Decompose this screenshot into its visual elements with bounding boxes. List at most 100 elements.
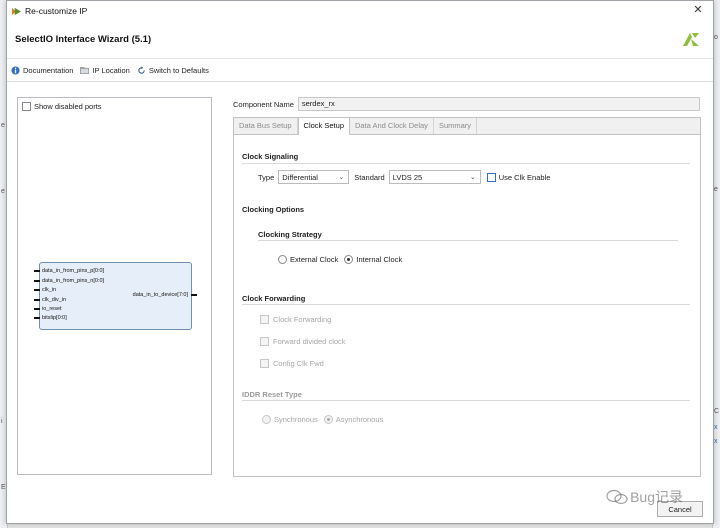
external-clock-label: External Clock bbox=[290, 255, 339, 264]
port-label: data_in_to_device[7:0] bbox=[132, 292, 188, 298]
section-divider bbox=[242, 304, 690, 305]
background-text: C bbox=[714, 408, 720, 415]
wizard-body: Show disabled ports data_in_from_pins_p[… bbox=[7, 83, 713, 479]
background-text: i bbox=[1, 418, 3, 425]
vendor-logo-icon bbox=[683, 33, 699, 46]
background-text: x bbox=[714, 424, 718, 431]
internal-clock-radio[interactable] bbox=[344, 255, 354, 264]
ip-location-label: IP Location bbox=[92, 65, 130, 75]
wizard-title: SelectIO Interface Wizard (5.1) bbox=[15, 34, 152, 45]
type-select[interactable]: Differential ⌄ bbox=[278, 170, 350, 184]
config-clk-fwd-option[interactable]: Config Clk Fwd bbox=[260, 359, 324, 368]
title-bar: Re-customize IP ✕ bbox=[7, 1, 713, 21]
clocking-strategy-heading: Clocking Strategy bbox=[258, 230, 322, 239]
port-pin bbox=[34, 308, 40, 310]
clock-forwarding-checkbox[interactable] bbox=[260, 315, 269, 324]
close-icon: ✕ bbox=[693, 4, 703, 16]
asynchronous-radio[interactable] bbox=[323, 415, 333, 424]
component-name-field[interactable]: serdex_rx bbox=[297, 97, 700, 111]
chevron-down-icon: ⌄ bbox=[338, 174, 345, 181]
standard-value: LVDS 25 bbox=[392, 172, 423, 182]
ip-symbol-panel: Show disabled ports data_in_from_pins_p[… bbox=[17, 97, 212, 475]
port-pin bbox=[34, 270, 40, 272]
tab-clock-setup[interactable]: Clock Setup bbox=[297, 117, 350, 135]
port-pin bbox=[34, 289, 40, 291]
synchronous-radio[interactable] bbox=[262, 415, 271, 424]
settings-tabs: Data Bus Setup Clock Setup Data And Cloc… bbox=[233, 117, 701, 477]
standard-label: Standard bbox=[354, 172, 385, 182]
background-text: e bbox=[714, 186, 718, 193]
port-label: data_in_from_pins_n[0:0] bbox=[42, 278, 105, 284]
section-divider bbox=[242, 163, 690, 164]
iddr-reset-options: Synchronous Asynchronous bbox=[262, 415, 383, 424]
use-clk-enable-label: Use Clk Enable bbox=[498, 172, 551, 182]
iddr-reset-type-heading: IDDR Reset Type bbox=[242, 390, 302, 399]
clock-signaling-row: Type Differential ⌄ Standard LVDS 25 ⌄ U… bbox=[258, 170, 550, 184]
external-clock-radio[interactable] bbox=[278, 255, 287, 264]
settings-area: Component Name serdex_rx Data Bus Setup … bbox=[229, 83, 713, 479]
clock-forwarding-option[interactable]: Clock Forwarding bbox=[260, 315, 331, 324]
chevron-down-icon: ⌄ bbox=[469, 174, 476, 181]
switch-defaults-button[interactable]: Switch to Defaults bbox=[137, 66, 209, 75]
port-label: bitslip[0:0] bbox=[42, 315, 67, 321]
folder-icon bbox=[80, 66, 90, 75]
config-clk-fwd-label: Config Clk Fwd bbox=[273, 359, 324, 368]
port-pin bbox=[34, 299, 40, 301]
port-pin bbox=[191, 294, 197, 296]
clocking-strategy-options: External Clock Internal Clock bbox=[278, 255, 402, 264]
switch-defaults-label: Switch to Defaults bbox=[148, 65, 209, 75]
ip-location-button[interactable]: IP Location bbox=[80, 65, 130, 75]
tab-summary[interactable]: Summary bbox=[434, 118, 478, 134]
close-button[interactable]: ✕ bbox=[691, 3, 705, 17]
wizard-header: SelectIO Interface Wizard (5.1) bbox=[7, 21, 713, 59]
refresh-icon bbox=[137, 65, 146, 75]
port-label: clk_in bbox=[42, 287, 57, 293]
show-disabled-ports-label: Show disabled ports bbox=[34, 102, 102, 111]
use-clk-enable-checkbox[interactable] bbox=[486, 172, 496, 182]
clock-forwarding-heading: Clock Forwarding bbox=[242, 294, 306, 303]
section-divider bbox=[242, 400, 690, 401]
port-pin bbox=[34, 280, 40, 282]
background-text: e bbox=[1, 188, 5, 195]
tab-data-and-clock-delay[interactable]: Data And Clock Delay bbox=[350, 118, 434, 134]
asynchronous-label: Asynchronous bbox=[335, 415, 384, 424]
info-icon bbox=[11, 65, 20, 75]
re-customize-ip-dialog: Re-customize IP ✕ SelectIO Interface Wiz… bbox=[6, 0, 714, 524]
background-text: E bbox=[1, 484, 6, 491]
background-text: x bbox=[714, 438, 718, 445]
background-text: e bbox=[1, 122, 5, 129]
forward-divided-clock-label: Forward divided clock bbox=[273, 337, 346, 346]
port-label: clk_div_in bbox=[42, 297, 67, 303]
documentation-button[interactable]: Documentation bbox=[11, 66, 73, 75]
documentation-label: Documentation bbox=[23, 65, 74, 75]
watermark-text: Bug记录 bbox=[630, 489, 683, 505]
port-label: io_reset bbox=[42, 306, 62, 312]
toolbar: Documentation IP Location Switch to Defa… bbox=[7, 59, 713, 82]
ip-block-symbol: data_in_from_pins_p[0:0] data_in_from_pi… bbox=[34, 262, 197, 330]
chat-bubble-icon bbox=[606, 489, 628, 505]
type-value: Differential bbox=[282, 172, 318, 182]
port-pin bbox=[34, 317, 40, 319]
port-label: data_in_from_pins_p[0:0] bbox=[42, 268, 105, 274]
forward-divided-clock-option[interactable]: Forward divided clock bbox=[260, 337, 346, 346]
config-clk-fwd-checkbox[interactable] bbox=[260, 359, 269, 368]
clocking-options-heading: Clocking Options bbox=[242, 205, 305, 214]
clock-signaling-heading: Clock Signaling bbox=[242, 152, 299, 161]
section-divider bbox=[258, 240, 678, 241]
component-name-row: Component Name serdex_rx bbox=[233, 97, 700, 111]
window-title: Re-customize IP bbox=[25, 6, 88, 16]
watermark: Bug记录 bbox=[606, 487, 683, 507]
component-name-label: Component Name bbox=[233, 99, 294, 109]
tab-data-bus-setup[interactable]: Data Bus Setup bbox=[234, 118, 298, 134]
forward-divided-clock-checkbox[interactable] bbox=[260, 337, 269, 346]
type-label: Type bbox=[258, 172, 275, 182]
show-disabled-ports-checkbox[interactable] bbox=[22, 102, 31, 111]
synchronous-label: Synchronous bbox=[274, 415, 318, 424]
vivado-app-icon bbox=[12, 7, 21, 15]
background-text: o bbox=[714, 34, 718, 41]
standard-select[interactable]: LVDS 25 ⌄ bbox=[388, 170, 481, 184]
clock-forwarding-label: Clock Forwarding bbox=[273, 315, 332, 324]
internal-clock-label: Internal Clock bbox=[356, 255, 403, 264]
tab-strip: Data Bus Setup Clock Setup Data And Cloc… bbox=[234, 117, 700, 135]
show-disabled-ports-row[interactable]: Show disabled ports bbox=[22, 102, 102, 111]
